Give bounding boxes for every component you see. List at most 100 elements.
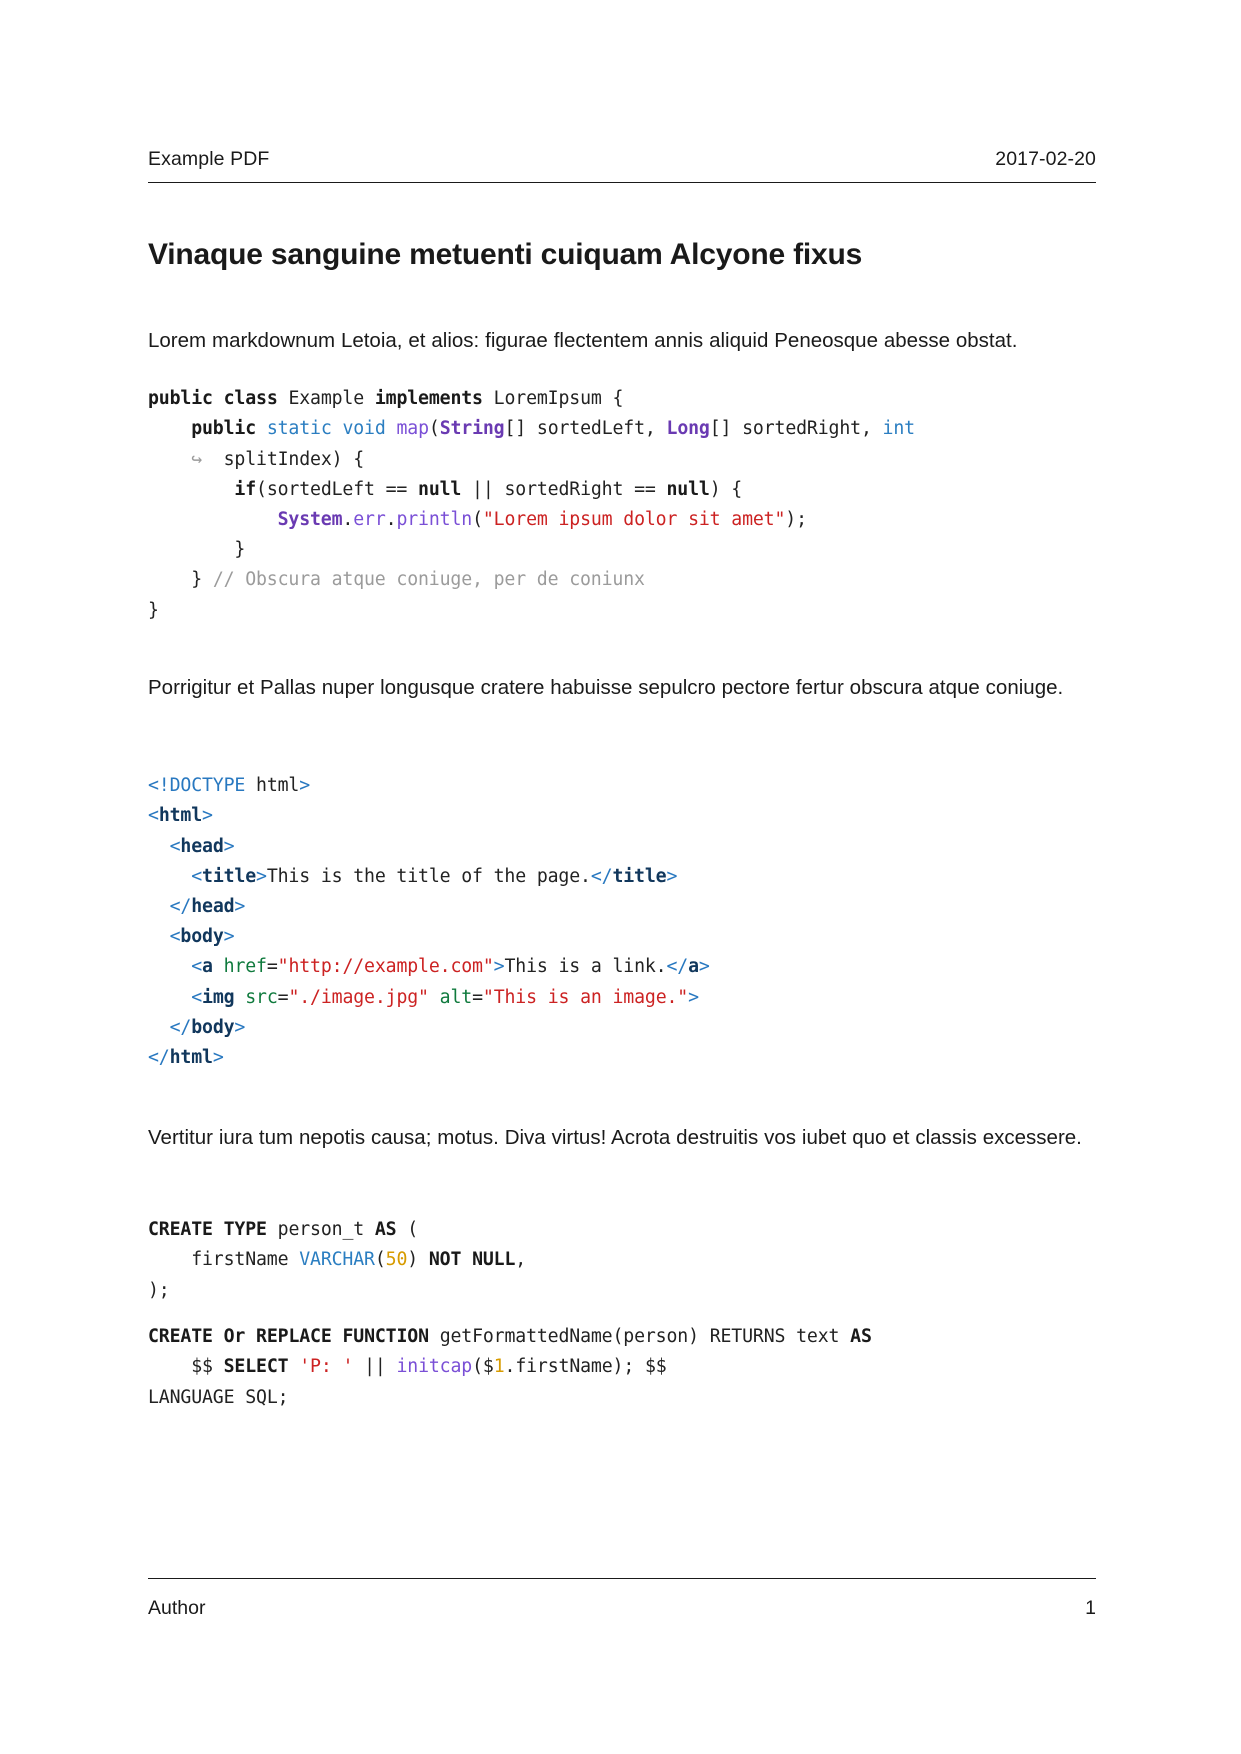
html-tag-a-close: a [688,956,699,978]
java-kw-null-1: null [418,478,462,500]
html-bracket-close-a-end: > [698,956,710,978]
html-doctype-value: html [256,775,300,797]
sql2-function-signature: getFormattedName(person) [439,1326,699,1348]
html-bracket-close-html-end: > [212,1047,224,1069]
html-attr-src: src [245,986,278,1008]
sql-column-firstname: firstName [191,1249,289,1271]
html-bracket-close-doctype: > [299,775,311,797]
header-left-text: Example PDF [148,148,270,170]
sql2-var-field: .firstName [504,1356,613,1378]
html-bracket-open-img: < [191,986,203,1008]
html-bracket-close-a: > [493,956,505,978]
sql-kw-create: CREATE [148,1219,213,1241]
sql2-kw-function: FUNCTION [342,1326,429,1348]
running-footer: Author 1 [148,1597,1096,1620]
sql2-kw-create: CREATE [148,1326,213,1348]
html-bracket-close-title-end: > [666,865,678,887]
sql-kw-null: NULL [472,1249,516,1271]
html-bracket-close-title: > [256,865,267,887]
html-value-href: "http://example.com" [277,956,494,978]
html-tag-html-close: html [169,1047,213,1069]
sql2-op-concat: || [364,1356,386,1378]
html-bracket-open-title-end: </ [590,865,613,887]
sql2-kw-returns: RETURNS [709,1326,786,1348]
html-bracket-open-body-end: </ [169,1016,192,1038]
html-bracket-open-head-end: </ [169,896,192,917]
java-ref-sortedleft: sortedLeft [266,478,375,500]
java-kw-static: static [266,418,332,440]
java-type-string: String [439,418,505,440]
html-tag-title-open: title [202,865,257,887]
java-kw-null-2: null [666,478,710,500]
java-comment: // Obscura atque coniuge, per de coniunx [212,569,645,591]
code-block-sql-create-type: CREATE TYPE person_t AS ( firstName VARC… [148,1219,527,1301]
footer-author-text: Author [148,1597,206,1619]
java-kw-public-2: public [191,418,257,440]
html-bracket-open-a-end: </ [666,956,689,978]
paragraph-2: Porrigitur et Pallas nuper longusque cra… [148,675,1064,699]
java-field-err: err [353,509,386,530]
code-block-java: public class Example implements LoremIps… [148,388,915,621]
html-title-text: This is the title of the page. [266,865,591,887]
sql2-string-prefix: 'P: ' [299,1356,354,1378]
html-doctype: <!DOCTYPE [148,775,246,797]
sql2-kw-or: Or [223,1326,246,1348]
html-attr-href: href [223,956,267,978]
java-string-literal: "Lorem ipsum dolor sit amet" [482,509,786,530]
html-tag-head-open: head [180,835,224,857]
html-bracket-open-body: < [169,926,181,948]
html-bracket-close-body: > [223,926,235,948]
running-header: Example PDF 2017-02-20 [148,148,1096,171]
java-ref-sortedright: sortedRight [504,478,624,500]
java-interface-name: LoremIpsum [493,388,602,410]
html-bracket-close-body-end: > [234,1016,246,1038]
sql2-kw-as: AS [850,1326,872,1348]
sql2-var-dollar: $ [482,1356,494,1378]
java-kw-class: class [223,388,278,410]
java-type-long: Long [666,418,710,440]
line-wrap-arrow-icon: ↪ [191,448,203,470]
java-kw-void: void [342,418,386,440]
footer-rule [148,1578,1096,1580]
java-kw-public: public [148,388,213,410]
html-attr-alt: alt [439,986,473,1008]
sql2-dollar-quote-close: $$ [644,1356,667,1378]
sql-type-name: person_t [277,1219,365,1241]
sql-kw-not: NOT [428,1249,462,1271]
html-tag-img: img [202,986,235,1008]
java-kw-if: if [234,478,257,500]
sql-kw-as: AS [374,1219,397,1241]
java-class-name: Example [288,388,365,410]
java-method-println: println [396,509,473,530]
code-block-html: <!DOCTYPE html> <html> <head> <title>Thi… [148,775,710,1069]
java-arg-sortedleft: sortedLeft [536,418,645,440]
html-bracket-open-html-end: </ [148,1047,170,1069]
java-kw-implements: implements [374,388,483,410]
sql-number-50: 50 [385,1249,408,1271]
html-bracket-open-title: < [191,865,203,887]
html-tag-body-close: body [191,1016,235,1038]
paragraph-1: Lorem markdownum Letoia, et alios: figur… [148,328,1018,352]
html-bracket-close-head: > [223,835,235,857]
sql2-var-index: 1 [493,1356,505,1378]
java-method-map: map [396,418,429,440]
sql2-dollar-quote-open: $$ [191,1356,213,1378]
sql2-kw-language: LANGUAGE [148,1386,235,1408]
sql2-kw-select: SELECT [223,1356,289,1378]
html-bracket-open-a: < [191,956,203,978]
java-op-or: || [472,478,494,500]
html-tag-a-open: a [202,956,213,978]
html-bracket-close-img: > [688,986,699,1008]
pdf-page: Example PDF 2017-02-20 Vinaque sanguine … [0,0,1241,1754]
sql-kw-type: TYPE [223,1219,267,1241]
sql2-function-initcap: initcap [396,1356,473,1378]
sql-type-varchar: VARCHAR [299,1249,375,1271]
java-type-system: System [277,509,343,530]
html-tag-head-close: head [191,896,235,917]
sql2-kw-sql: SQL; [245,1386,289,1408]
html-tag-html-open: html [158,805,203,827]
sql2-kw-replace: REPLACE [256,1326,332,1348]
paragraph-3: Vertitur iura tum nepotis causa; motus. … [148,1125,1082,1149]
html-bracket-open-head: < [169,835,181,857]
html-bracket-open-html: < [148,805,159,827]
